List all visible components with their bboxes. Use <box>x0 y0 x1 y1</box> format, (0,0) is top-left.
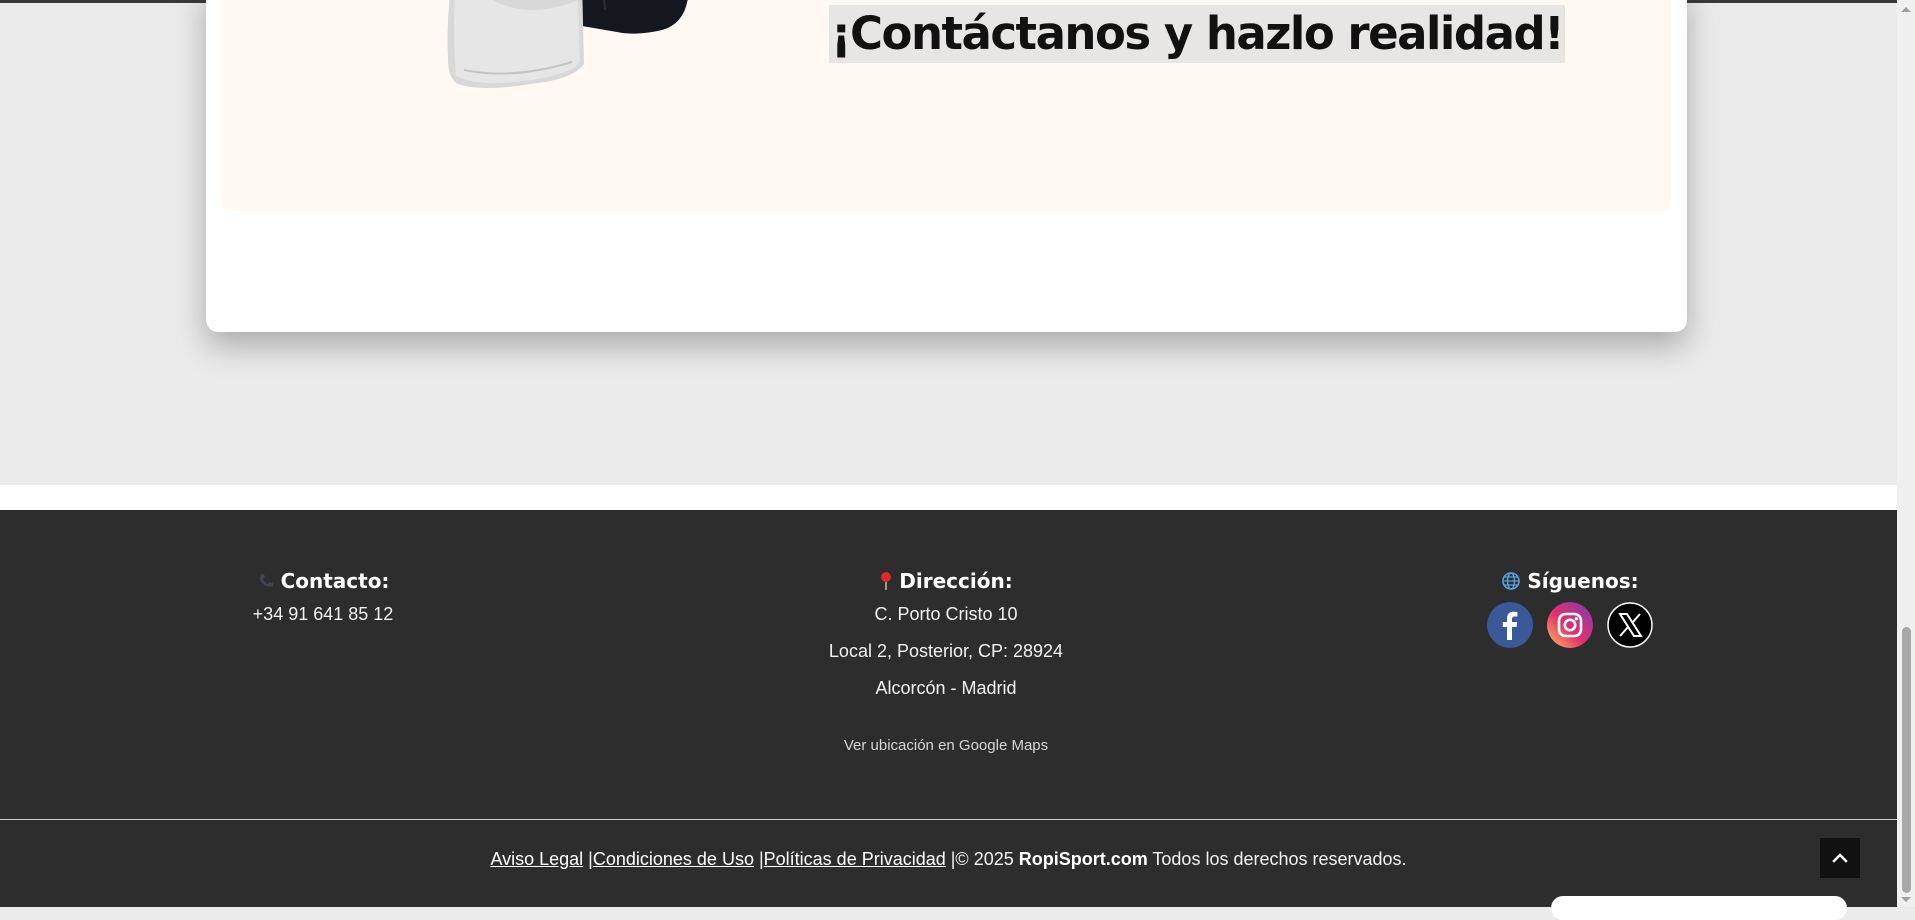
content-end-band <box>0 485 1897 510</box>
copyright-prefix: |© 2025 <box>945 849 1019 869</box>
instagram-icon[interactable] <box>1547 602 1593 648</box>
google-maps-link[interactable]: Ver ubicación en Google Maps <box>756 737 1136 754</box>
address-line-2: Local 2, Posterior, CP: 28924 <box>828 641 1064 661</box>
scroll-up-arrow-icon[interactable] <box>1900 5 1912 13</box>
social-column: Síguenos: <box>1410 510 1730 648</box>
contact-title-label: Contacto: <box>280 569 390 593</box>
promo-card: ¡Contáctanos y hazlo realidad! <box>206 0 1687 332</box>
phone-number[interactable]: +34 91 641 85 12 <box>160 596 486 633</box>
privacidad-link[interactable]: Políticas de Privacidad <box>764 849 946 869</box>
facebook-icon[interactable] <box>1487 602 1533 648</box>
rights-text: Todos los derechos reservados. <box>1147 849 1407 869</box>
address-title: Dirección: <box>756 566 1136 596</box>
globe-icon <box>1502 572 1521 590</box>
floating-widget[interactable] <box>1551 896 1847 920</box>
x-icon[interactable] <box>1607 602 1653 648</box>
jersey-image <box>447 0 688 88</box>
social-title: Síguenos: <box>1410 566 1730 596</box>
address-line-1: C. Porto Cristo 10 <box>874 604 1018 624</box>
phone-icon <box>259 574 273 587</box>
legal-separator: | <box>583 849 593 869</box>
footer-divider <box>0 819 1897 820</box>
scroll-down-arrow-icon[interactable] <box>1900 896 1912 904</box>
scrollbar-thumb[interactable] <box>1902 627 1911 893</box>
site-footer: Contacto: +34 91 641 85 12 Dirección: C.… <box>0 510 1897 907</box>
legal-bar: Aviso Legal |Condiciones de Uso |Polític… <box>0 843 1897 875</box>
promo-banner: ¡Contáctanos y hazlo realidad! <box>222 0 1671 211</box>
contact-title: Contacto: <box>160 566 486 596</box>
back-to-top-button[interactable] <box>1820 838 1860 878</box>
address-line-3: Alcorcón - Madrid <box>875 678 1017 698</box>
brand-name: RopiSport.com <box>1018 849 1148 869</box>
address-title-label: Dirección: <box>899 569 1013 593</box>
aviso-legal-link[interactable]: Aviso Legal <box>490 849 583 869</box>
cta-heading: ¡Contáctanos y hazlo realidad! <box>829 5 1566 63</box>
address-column: Dirección: C. Porto Cristo 10 Local 2, P… <box>756 510 1136 754</box>
social-links <box>1410 602 1730 648</box>
legal-separator: | <box>753 849 764 869</box>
map-pin-icon <box>881 572 892 590</box>
contact-column: Contacto: +34 91 641 85 12 <box>160 510 486 633</box>
chevron-up-icon <box>1832 853 1848 863</box>
condiciones-link[interactable]: Condiciones de Uso <box>593 849 754 869</box>
social-title-label: Síguenos: <box>1527 569 1639 593</box>
